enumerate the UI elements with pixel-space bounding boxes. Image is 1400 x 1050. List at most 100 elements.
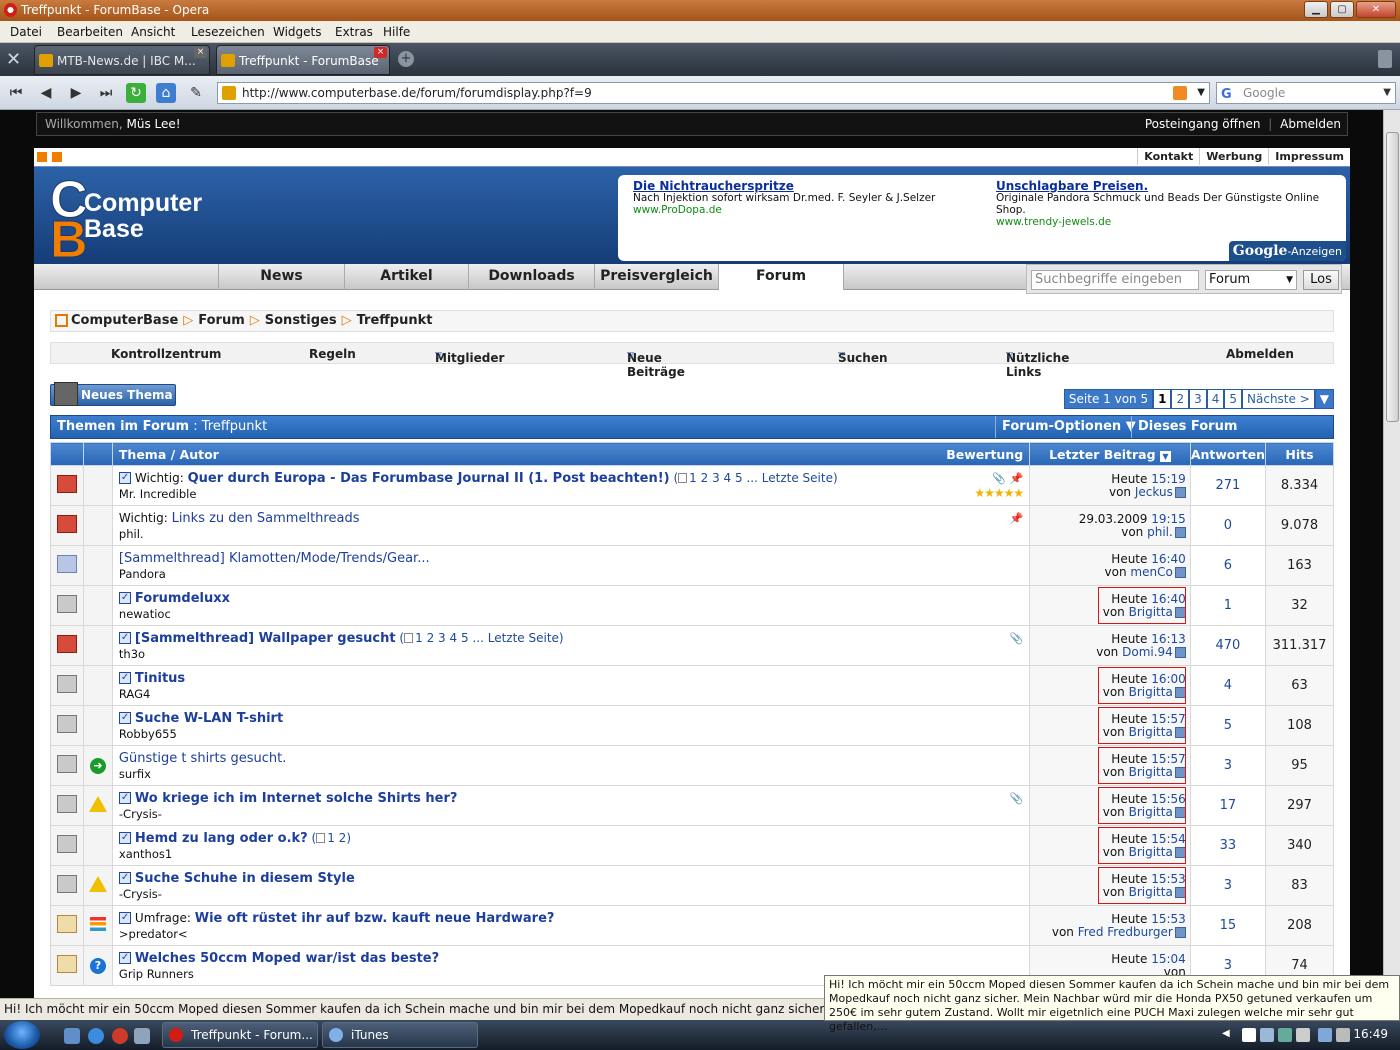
thread-status-icon[interactable] bbox=[56, 715, 77, 733]
thread-author[interactable]: surfix bbox=[119, 767, 1029, 781]
thread-status-icon[interactable] bbox=[56, 515, 77, 533]
page-2[interactable]: 2 bbox=[1171, 389, 1190, 409]
thread-author[interactable]: -Crysis- bbox=[119, 807, 1029, 821]
tab-treffpunkt[interactable]: Treffpunkt - ForumBase × bbox=[216, 45, 390, 75]
home-icon[interactable]: ⌂ bbox=[156, 83, 176, 103]
thread-status-icon[interactable] bbox=[56, 555, 77, 573]
fast-forward-icon[interactable]: ⏭ bbox=[96, 83, 116, 103]
reload-icon[interactable]: ↻ bbox=[126, 83, 146, 103]
ad-url[interactable]: www.trendy-jewels.de bbox=[996, 216, 1336, 228]
breadcrumb-treffpunkt[interactable]: Treffpunkt bbox=[357, 313, 433, 328]
new-thread-button[interactable]: Neues Thema bbox=[50, 382, 176, 406]
site-search-input[interactable]: Suchbegriffe eingeben bbox=[1031, 270, 1199, 290]
replies-cell[interactable]: 6 bbox=[1189, 545, 1267, 586]
chevron-down-icon[interactable]: ▼ bbox=[1383, 83, 1391, 103]
thread-author[interactable]: Robby655 bbox=[119, 727, 1029, 741]
thread-title-link[interactable]: Forumdeluxx bbox=[135, 591, 230, 606]
thread-page-link[interactable]: 1 bbox=[327, 831, 335, 845]
thread-title-link[interactable]: Hemd zu lang oder o.k? bbox=[135, 831, 308, 846]
replies-cell[interactable]: 15 bbox=[1189, 905, 1267, 946]
thread-page-link[interactable]: 5 bbox=[735, 471, 743, 485]
last-post-user[interactable]: Jeckus bbox=[1135, 485, 1173, 499]
thread-author[interactable]: -Crysis- bbox=[119, 887, 1029, 901]
thread-title-link[interactable]: Wie oft rüstet ihr auf bzw. kauft neue H… bbox=[195, 911, 555, 926]
ad-1[interactable]: Die Nichtraucherspritze Nach Injektion s… bbox=[633, 180, 973, 216]
thread-status-icon[interactable] bbox=[56, 475, 77, 493]
thread-status-icon[interactable] bbox=[56, 675, 77, 693]
nav-forum[interactable]: Forum bbox=[718, 264, 844, 290]
breadcrumb-forum[interactable]: Forum bbox=[198, 313, 245, 328]
breadcrumb-sonstiges[interactable]: Sonstiges bbox=[265, 313, 337, 328]
edit-icon[interactable]: ✎ bbox=[186, 83, 206, 103]
thread-status-icon[interactable] bbox=[56, 595, 77, 613]
tray-app-icon[interactable] bbox=[1242, 1028, 1256, 1042]
breadcrumb-computerbase[interactable]: ComputerBase bbox=[71, 313, 178, 328]
col-last-post-header[interactable]: Letzter Beitrag ▼ bbox=[1029, 442, 1191, 466]
thread-title-link[interactable]: [Sammelthread] Klamotten/Mode/Trends/Gea… bbox=[119, 551, 430, 566]
tray-app-icon[interactable] bbox=[1296, 1028, 1310, 1042]
replies-cell[interactable]: 4 bbox=[1189, 665, 1267, 706]
thread-title-link[interactable]: Links zu den Sammelthreads bbox=[172, 511, 360, 526]
col-hits-header[interactable]: Hits bbox=[1265, 442, 1334, 466]
thread-page-link[interactable]: 1 bbox=[689, 471, 697, 485]
taskbar-opera[interactable]: Treffpunkt - Forum... bbox=[162, 1022, 318, 1048]
thread-title-link[interactable]: Suche W-LAN T-shirt bbox=[135, 711, 283, 726]
thread-title-link[interactable]: Suche Schuhe in diesem Style bbox=[135, 871, 355, 886]
replies-cell[interactable]: 3 bbox=[1189, 865, 1267, 906]
tray-app-icon[interactable] bbox=[1260, 1028, 1274, 1042]
menu-hilfe[interactable]: Hilfe bbox=[383, 25, 410, 39]
next-page-link[interactable]: Nächste > bbox=[1242, 389, 1315, 409]
goto-last-post-icon[interactable] bbox=[1174, 486, 1186, 498]
thread-page-link[interactable]: 1 bbox=[415, 631, 423, 645]
forum-search-button[interactable]: Dieses Forum durchsuchen ▼ bbox=[1131, 416, 1333, 456]
rss-icon[interactable] bbox=[1173, 86, 1187, 100]
inbox-link[interactable]: Posteingang öffnen bbox=[1145, 117, 1261, 131]
clock[interactable]: 16:49 bbox=[1353, 1027, 1388, 1041]
thread-page-link[interactable]: 2 bbox=[427, 631, 435, 645]
close-window-button[interactable]: ✕ bbox=[1356, 1, 1396, 18]
thread-page-link[interactable]: 2 bbox=[339, 831, 347, 845]
menu-extras[interactable]: Extras bbox=[335, 25, 373, 39]
search-scope-select[interactable]: Forum ▼ bbox=[1205, 270, 1297, 290]
tab-close-icon[interactable]: × bbox=[374, 47, 387, 58]
thread-author[interactable]: Mr. Incredible bbox=[119, 487, 1029, 501]
volume-icon[interactable] bbox=[1336, 1028, 1350, 1042]
goto-last-post-icon[interactable] bbox=[1174, 566, 1186, 578]
replies-cell[interactable]: 1 bbox=[1189, 585, 1267, 626]
last-post-user[interactable]: menCo bbox=[1130, 565, 1172, 579]
back-icon[interactable]: ◀ bbox=[36, 83, 56, 103]
computerbase-logo[interactable]: C B Computer Base bbox=[50, 171, 210, 261]
thread-title-link[interactable]: Günstige t shirts gesucht. bbox=[119, 751, 287, 766]
web-search-input[interactable]: G Google ▼ bbox=[1216, 82, 1396, 104]
replies-cell[interactable]: 17 bbox=[1189, 785, 1267, 826]
opera-quicklaunch-icon[interactable] bbox=[112, 1028, 128, 1044]
tray-expand-icon[interactable]: ◀ bbox=[1222, 1028, 1236, 1042]
tab-close-icon[interactable]: × bbox=[194, 47, 207, 58]
thread-status-icon[interactable] bbox=[56, 635, 77, 653]
scrollbar-thumb[interactable] bbox=[1386, 132, 1399, 422]
col-replies-header[interactable]: Antworten bbox=[1189, 442, 1267, 466]
menu-datei[interactable]: Datei bbox=[10, 25, 42, 39]
chevron-down-icon[interactable]: ▼ bbox=[1197, 83, 1205, 103]
col-thread-header[interactable]: Thema / Autor Bewertung bbox=[111, 442, 1031, 466]
thread-page-link[interactable]: 4 bbox=[450, 631, 458, 645]
ad-headline[interactable]: Unschlagbare Preisen. bbox=[996, 180, 1336, 192]
thread-status-icon[interactable] bbox=[56, 835, 77, 853]
usernav-kontrollzentrum[interactable]: Kontrollzentrum bbox=[111, 347, 221, 361]
minimize-button[interactable]: ▁ bbox=[1304, 1, 1328, 18]
network-icon[interactable] bbox=[1318, 1028, 1332, 1042]
thread-title-link[interactable]: Tinitus bbox=[135, 671, 185, 686]
last-post-user[interactable]: phil. bbox=[1147, 525, 1173, 539]
nav-preisvergleich[interactable]: Preisvergleich bbox=[594, 264, 718, 290]
advertising-link[interactable]: Werbung bbox=[1199, 148, 1268, 165]
goto-last-post-icon[interactable] bbox=[1174, 646, 1186, 658]
google-ads-badge[interactable]: Google-Anzeigen bbox=[1228, 241, 1346, 261]
menu-bearbeiten[interactable]: Bearbeiten bbox=[57, 25, 123, 39]
thread-author[interactable]: Pandora bbox=[119, 567, 1029, 581]
goto-last-post-icon[interactable] bbox=[1174, 526, 1186, 538]
replies-cell[interactable]: 3 bbox=[1189, 745, 1267, 786]
thread-title-link[interactable]: Wo kriege ich im Internet solche Shirts … bbox=[135, 791, 458, 806]
thread-page-link[interactable]: 2 bbox=[701, 471, 709, 485]
thread-author[interactable]: th3o bbox=[119, 647, 1029, 661]
menu-widgets[interactable]: Widgets bbox=[273, 25, 322, 39]
